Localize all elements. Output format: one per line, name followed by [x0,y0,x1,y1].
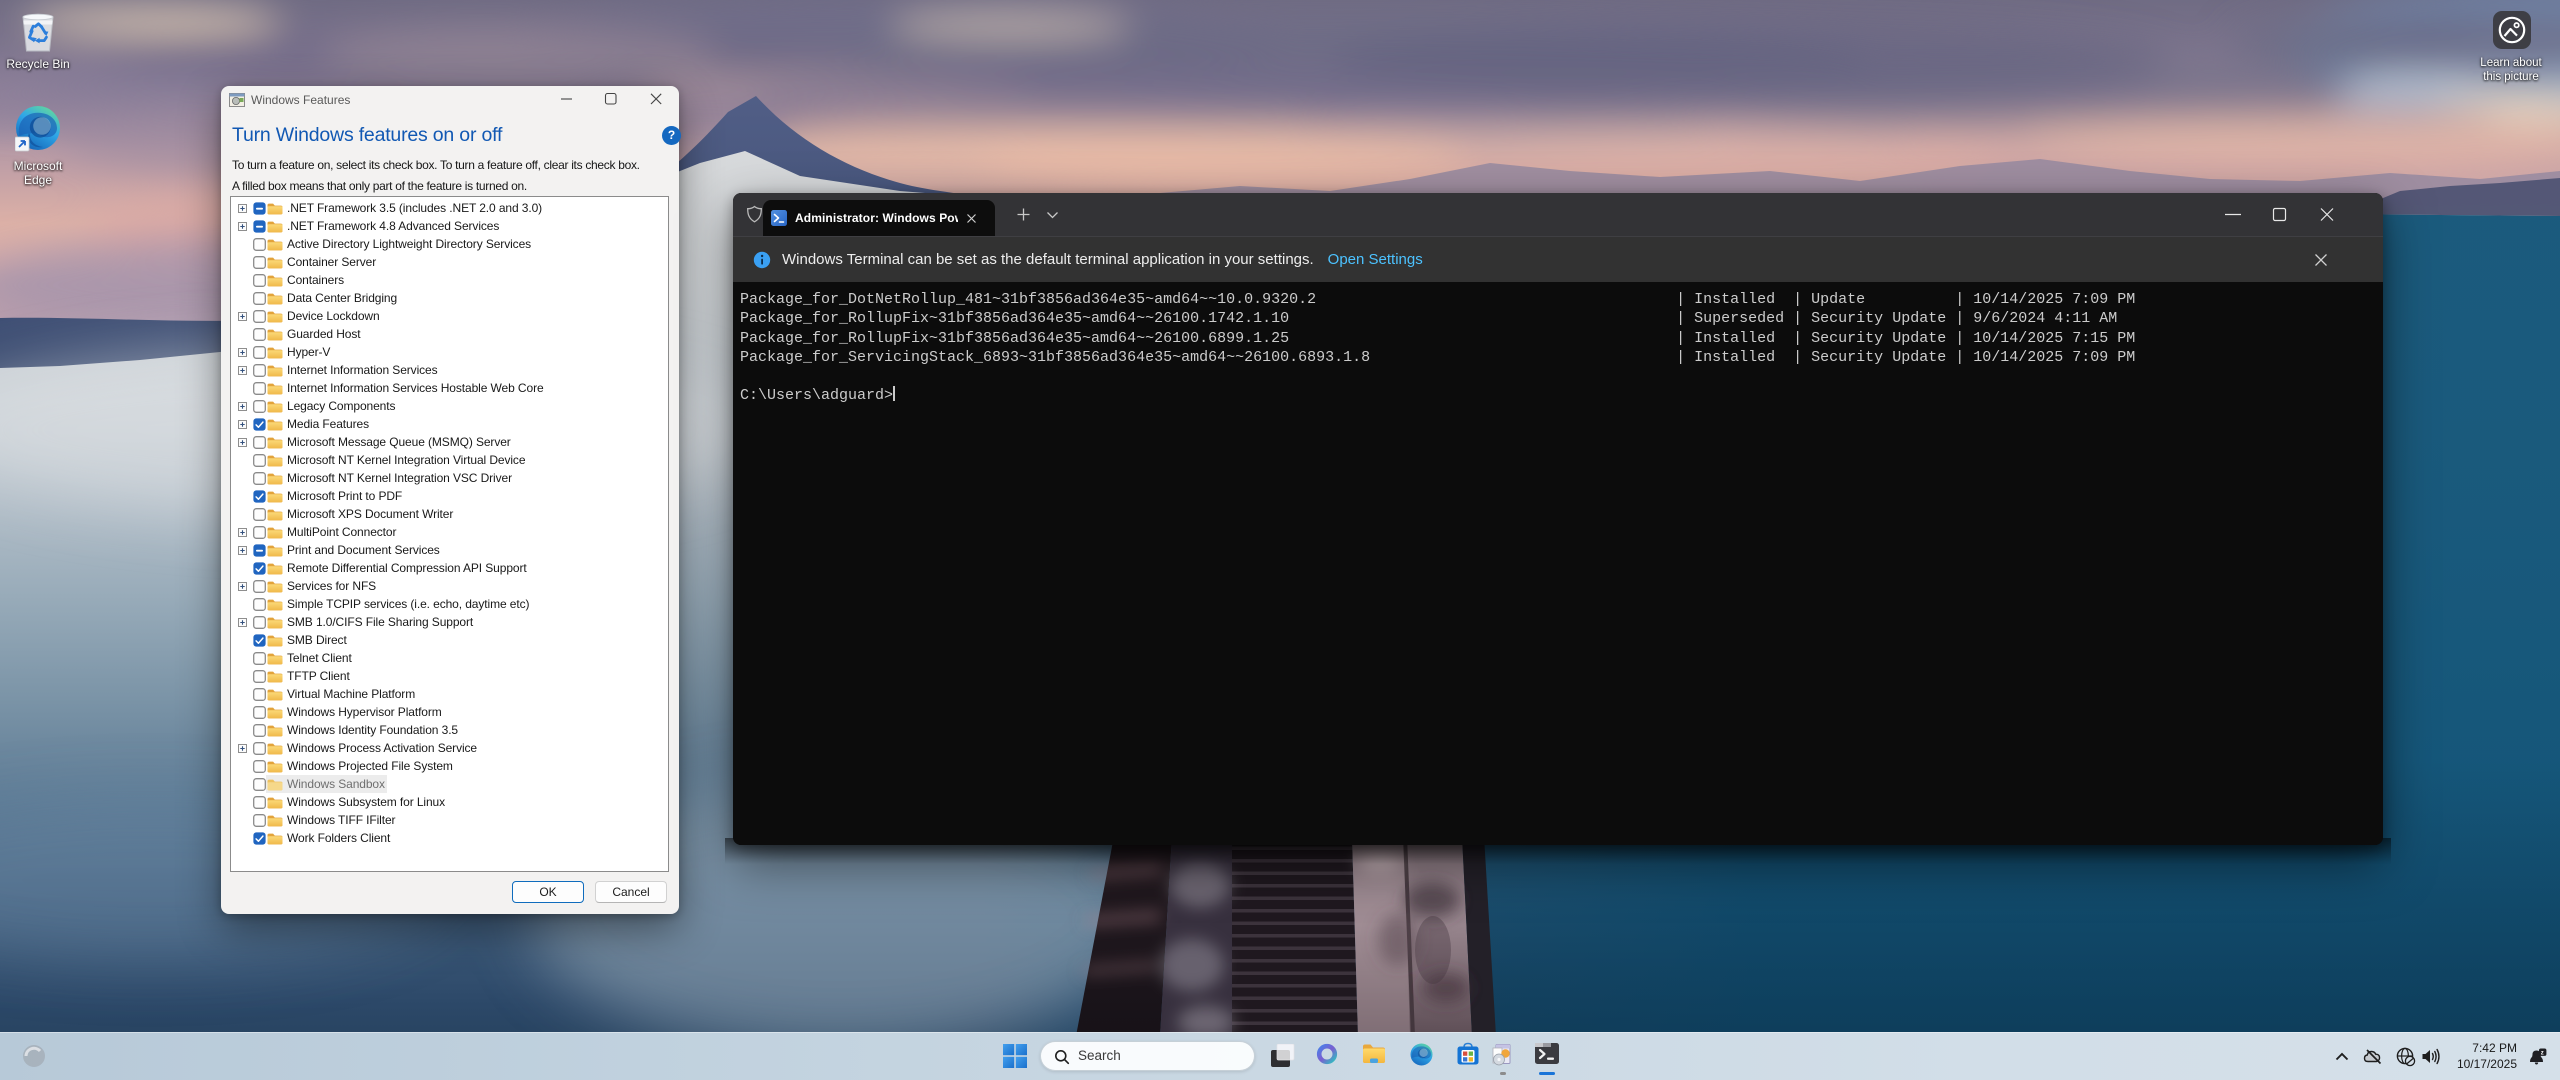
svg-text:z: z [2541,1050,2544,1056]
